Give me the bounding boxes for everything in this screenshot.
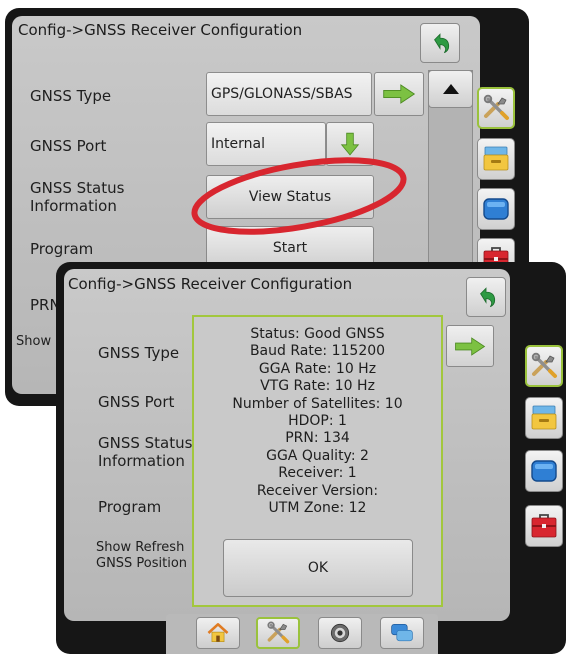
front-label-gnss-type: GNSS Type: [98, 344, 180, 362]
back-button[interactable]: [420, 23, 460, 63]
toolbox-icon: [529, 511, 559, 541]
tools-icon: [481, 93, 511, 123]
drawer-icon: [529, 403, 559, 433]
status-line: Number of Satellites: 10: [232, 395, 403, 412]
status-line: GGA Quality: 2: [266, 447, 369, 464]
home-icon: [205, 620, 231, 646]
back-side-drawer-button[interactable]: [477, 138, 515, 180]
back-label-gnss-type: GNSS Type: [30, 87, 112, 105]
camera-icon: [327, 620, 353, 646]
scroll-up-button[interactable]: [428, 70, 473, 108]
back-title: Config->GNSS Receiver Configuration: [18, 21, 303, 39]
right-arrow-icon: [453, 336, 487, 357]
tools-icon: [529, 351, 559, 381]
nav-home-button[interactable]: [196, 617, 240, 649]
tools-icon: [265, 620, 291, 646]
front-back-button[interactable]: [466, 277, 506, 317]
back-gnss-type-field[interactable]: GPS/GLONASS/SBAS: [206, 72, 372, 116]
front-label-gnss-port: GNSS Port: [98, 393, 175, 411]
status-lines: Status: Good GNSS Baud Rate: 115200 GGA …: [194, 326, 441, 517]
front-side-drawer-button[interactable]: [525, 397, 563, 439]
status-line: VTG Rate: 10 Hz: [260, 378, 375, 395]
front-side-tools-button[interactable]: [525, 345, 563, 387]
status-line: Receiver: 1: [278, 465, 357, 482]
status-line: HDOP: 1: [288, 413, 347, 430]
front-side-screen-button[interactable]: [525, 450, 563, 492]
ok-button[interactable]: OK: [223, 539, 413, 597]
status-dialog: Status: Good GNSS Baud Rate: 115200 GGA …: [192, 315, 443, 607]
front-label-gnss-status: GNSS Status Information: [98, 434, 193, 470]
back-side-screen-button[interactable]: [477, 188, 515, 230]
back-label-gnss-status: GNSS Status Information: [30, 179, 125, 215]
chat-icon: [389, 620, 415, 646]
status-line: Status: Good GNSS: [250, 326, 385, 342]
status-line: Baud Rate: 115200: [249, 343, 386, 360]
back-arrow-icon: [427, 30, 453, 56]
front-side-toolbox-button[interactable]: [525, 505, 563, 547]
nav-tools-button[interactable]: [256, 617, 300, 649]
front-title: Config->GNSS Receiver Configuration: [68, 275, 353, 293]
back-arrow-icon: [473, 284, 499, 310]
drawer-icon: [481, 144, 511, 174]
back-label-gnss-port: GNSS Port: [30, 137, 107, 155]
status-line: GGA Rate: 10 Hz: [258, 360, 377, 377]
back-label-program: Program: [30, 240, 94, 258]
up-triangle-icon: [442, 84, 459, 94]
back-side-tools-button[interactable]: [477, 87, 515, 129]
blue-screen-icon: [529, 456, 559, 486]
status-line: UTM Zone: 12: [268, 500, 367, 517]
front-label-show-refresh: Show Refresh GNSS Position: [96, 540, 188, 571]
front-label-program: Program: [98, 498, 162, 516]
highlight-ellipse: [191, 157, 407, 235]
nav-chat-button[interactable]: [380, 617, 424, 649]
status-line: PRN: 134: [285, 430, 350, 447]
gnss-type-next-button[interactable]: [374, 72, 424, 116]
nav-camera-button[interactable]: [318, 617, 362, 649]
right-arrow-icon: [381, 83, 417, 105]
status-line: Receiver Version:: [256, 482, 379, 499]
blue-screen-icon: [481, 194, 511, 224]
front-gnss-type-next-button[interactable]: [446, 325, 494, 367]
